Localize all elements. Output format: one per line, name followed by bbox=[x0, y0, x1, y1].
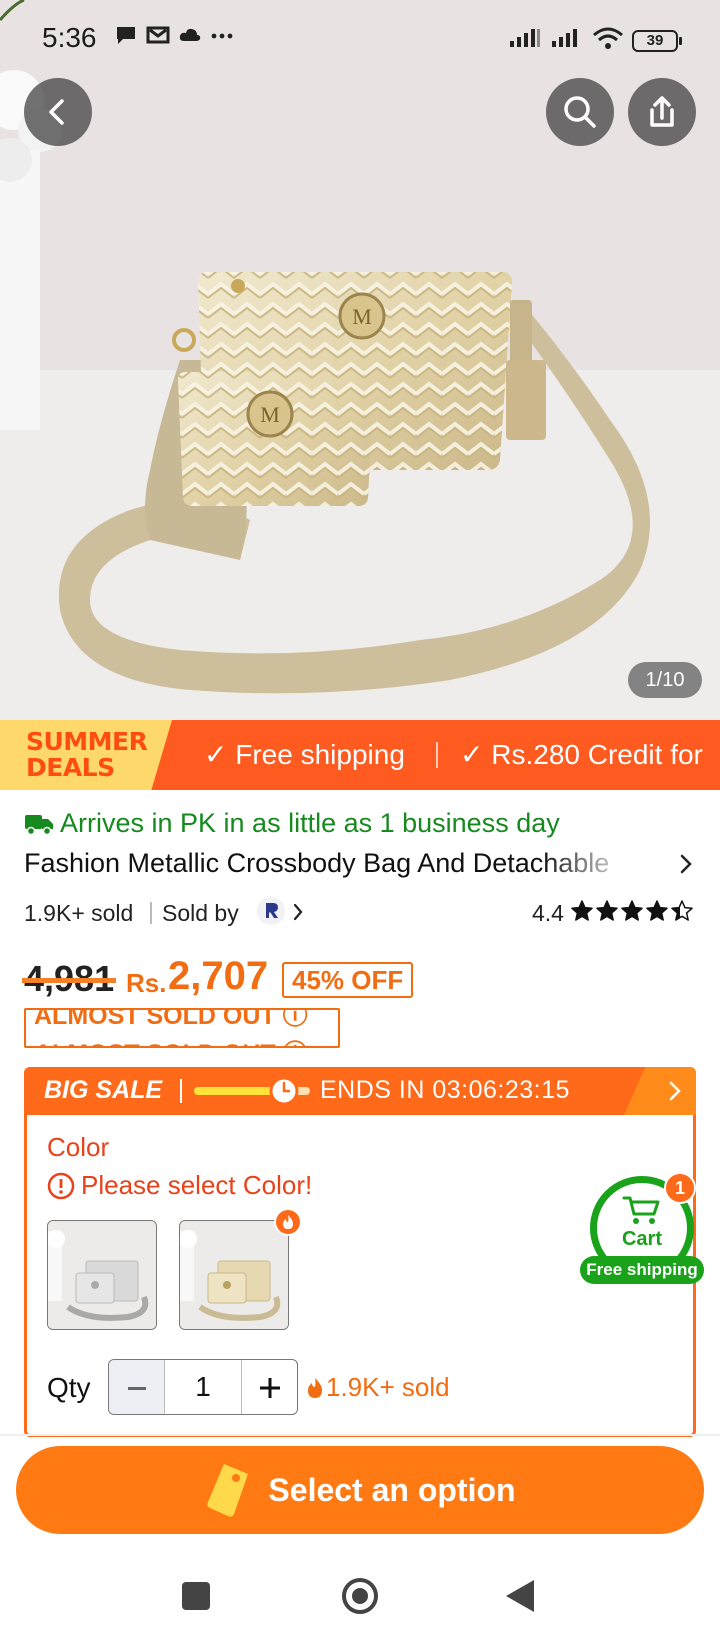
battery-indicator: 39 bbox=[632, 29, 682, 52]
product-title-text: Fashion Metallic Crossbody Bag And Detac… bbox=[24, 848, 610, 878]
credit-promo: ✓ Rs.280 Credit for bbox=[460, 739, 703, 770]
sale-price: 2,707 bbox=[168, 954, 269, 998]
back-icon bbox=[49, 99, 64, 125]
system-icons: 39 bbox=[508, 26, 682, 55]
sold-count: 1.9K+ sold bbox=[24, 900, 134, 926]
almost-sold-out-ticker: ALMOST SOLD OUT ⓘ ALMOST SOLD OUT ⓘ bbox=[24, 1008, 340, 1048]
star-icon bbox=[646, 900, 668, 921]
wifi-icon bbox=[592, 26, 624, 55]
product-title[interactable]: Fashion Metallic Crossbody Bag And Detac… bbox=[24, 848, 700, 886]
hot-badge bbox=[274, 1208, 302, 1236]
badge-line-2: DEALS bbox=[26, 753, 115, 782]
product-meta-row: 1.9K+ sold Sold by 4.4 bbox=[24, 896, 700, 928]
color-swatch-silver[interactable] bbox=[47, 1220, 157, 1330]
recent-apps-button[interactable] bbox=[182, 1582, 210, 1610]
truck-icon bbox=[25, 814, 53, 835]
free-shipping-promo: ✓ Free shipping bbox=[204, 739, 405, 770]
system-back-button[interactable] bbox=[506, 1580, 534, 1612]
star-icon bbox=[571, 900, 593, 921]
cart-count-badge: 1 bbox=[664, 1172, 696, 1204]
almost-sold-out-text: ALMOST SOLD OUT ⓘ bbox=[34, 1008, 308, 1030]
summer-deals-badge: SUMMER DEALS bbox=[0, 720, 172, 790]
delivery-info: Arrives in PK in as little as 1 business… bbox=[24, 808, 560, 839]
chevron-right-icon[interactable] bbox=[292, 902, 304, 922]
chat-icon bbox=[114, 24, 138, 51]
rating-value: 4.4 bbox=[532, 900, 564, 926]
notification-icons bbox=[114, 24, 234, 51]
delivery-text: Arrives in PK in as little as 1 business… bbox=[60, 808, 560, 838]
price-tag-icon bbox=[207, 1464, 249, 1517]
meta-divider bbox=[150, 902, 152, 924]
minus-icon bbox=[127, 1387, 146, 1390]
search-icon bbox=[564, 96, 596, 128]
flame-icon bbox=[308, 1377, 322, 1398]
almost-sold-out-text: ALMOST SOLD OUT ⓘ bbox=[34, 1034, 308, 1046]
home-button[interactable] bbox=[342, 1578, 378, 1614]
share-button[interactable] bbox=[628, 78, 696, 146]
product-image[interactable]: M M 5:36 39 1/10 bbox=[0, 0, 720, 720]
status-bar: 5:36 39 bbox=[0, 0, 720, 76]
svg-text:M: M bbox=[260, 402, 280, 427]
divider bbox=[0, 1434, 720, 1436]
currency-label: Rs. bbox=[126, 968, 167, 998]
color-warning: Please select Color! bbox=[47, 1170, 312, 1201]
sold-by-label[interactable]: Sold by bbox=[162, 900, 239, 927]
quantity-stepper: 1 bbox=[108, 1359, 298, 1415]
alert-icon bbox=[47, 1172, 75, 1199]
cart-icon bbox=[622, 1196, 660, 1224]
original-price: 4,981 bbox=[21, 958, 117, 999]
star-icon bbox=[596, 900, 618, 921]
star-icon bbox=[671, 900, 693, 921]
cart-label: Cart bbox=[621, 1228, 662, 1250]
cloud-icon bbox=[178, 24, 202, 51]
sale-progress-fill bbox=[194, 1087, 278, 1095]
chevron-right-icon[interactable] bbox=[668, 1079, 682, 1103]
promo-divider bbox=[436, 742, 438, 768]
mail-icon bbox=[146, 24, 170, 51]
select-option-label: Select an option bbox=[268, 1471, 516, 1508]
plus-icon bbox=[259, 1378, 280, 1398]
svg-text:M: M bbox=[352, 304, 372, 329]
clock-icon bbox=[269, 1076, 299, 1106]
star-icon bbox=[621, 900, 643, 921]
silver-bag-thumbnail bbox=[48, 1221, 156, 1329]
qty-value[interactable]: 1 bbox=[165, 1360, 241, 1414]
color-warning-text: Please select Color! bbox=[81, 1170, 313, 1200]
floating-cart[interactable]: Cart Free shipping 1 bbox=[580, 1172, 704, 1290]
seller-logo[interactable] bbox=[256, 896, 286, 926]
decrease-qty-button[interactable] bbox=[109, 1360, 165, 1414]
price-row: 4,981 Rs. 2,707 45% OFF bbox=[21, 952, 700, 1002]
promo-strip[interactable]: SUMMER DEALS ✓ Free shipping ✓ Rs.280 Cr… bbox=[0, 720, 720, 790]
discount-badge: 45% OFF bbox=[282, 962, 414, 998]
chevron-right-icon[interactable] bbox=[678, 852, 694, 876]
big-sale-bar[interactable]: BIG SALE ENDS IN 03:06:23:15 bbox=[24, 1067, 696, 1115]
signal-icon bbox=[508, 27, 542, 54]
flame-icon bbox=[283, 1215, 293, 1229]
sale-divider bbox=[180, 1079, 182, 1103]
cart-free-shipping: Free shipping bbox=[580, 1256, 704, 1284]
status-time: 5:36 bbox=[42, 22, 97, 53]
back-button[interactable] bbox=[24, 78, 92, 146]
qty-sold-info: 1.9K+ sold bbox=[306, 1372, 450, 1403]
increase-qty-button[interactable] bbox=[241, 1360, 297, 1414]
signal-icon bbox=[550, 27, 584, 54]
color-swatch-gold[interactable] bbox=[179, 1220, 289, 1330]
big-sale-label: BIG SALE bbox=[44, 1076, 163, 1104]
system-nav-bar bbox=[0, 1546, 720, 1640]
image-counter: 1/10 bbox=[628, 662, 702, 698]
qty-label: Qty bbox=[47, 1372, 91, 1403]
rating-stars bbox=[570, 898, 694, 924]
more-dots-icon bbox=[210, 24, 234, 51]
badge-line-1: SUMMER bbox=[26, 727, 148, 756]
sale-countdown: ENDS IN 03:06:23:15 bbox=[320, 1076, 570, 1104]
sale-corner bbox=[624, 1067, 696, 1115]
gold-bag-thumbnail bbox=[180, 1221, 288, 1329]
share-icon bbox=[650, 96, 674, 127]
qty-sold-text: 1.9K+ sold bbox=[326, 1372, 450, 1402]
color-label: Color bbox=[47, 1132, 110, 1162]
search-button[interactable] bbox=[546, 78, 614, 146]
select-option-button[interactable]: Select an option bbox=[16, 1446, 704, 1534]
